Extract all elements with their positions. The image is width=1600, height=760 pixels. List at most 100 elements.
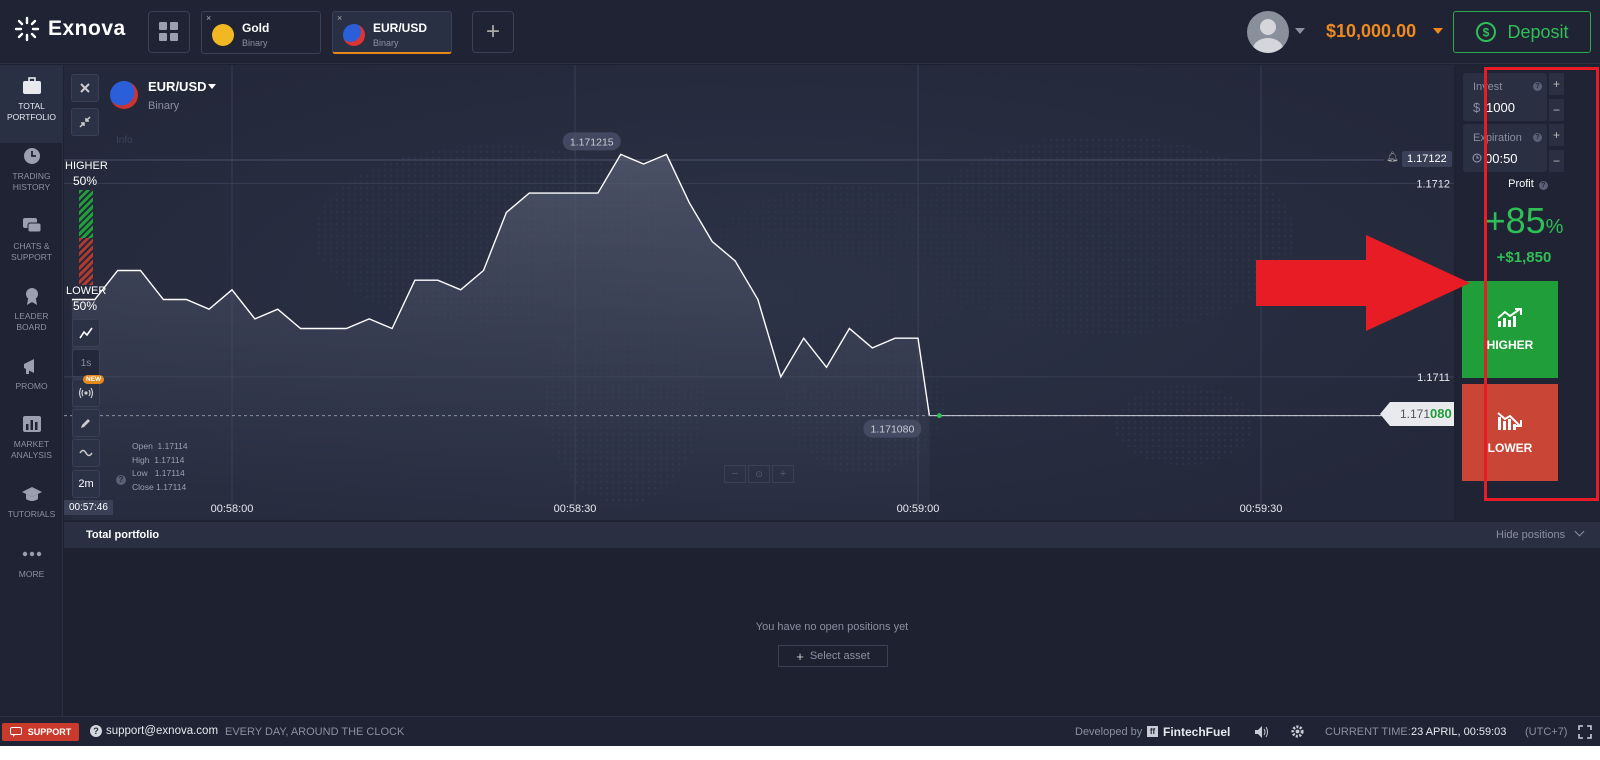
asset-name[interactable]: EUR/USD: [148, 79, 207, 94]
x-tick-label: 00:59:30: [1240, 503, 1283, 515]
logo-icon: [14, 16, 40, 42]
x-tick-label: 00:58:00: [211, 503, 254, 515]
sidebar-item-leader-board[interactable]: LEADER BOARD: [0, 287, 63, 333]
close-chart-button[interactable]: [71, 74, 99, 102]
gold-icon: [212, 24, 234, 46]
alert-bell-icon[interactable]: 🔔︎: [1386, 152, 1399, 163]
megaphone-icon: [23, 359, 34, 374]
tab-name: EUR/USD: [373, 21, 428, 35]
status-bar: SUPPORT ? support@exnova.com EVERY DAY, …: [0, 716, 1600, 746]
chart-line-icon: [79, 327, 93, 339]
close-icon: [80, 83, 90, 93]
last-price-dot: [936, 413, 942, 419]
collapse-icon: [79, 116, 91, 128]
current-price-tag: 1.171080: [1380, 402, 1454, 426]
sidebar-item-tutorials[interactable]: TUTORIALS: [0, 485, 63, 520]
clock-icon: [1472, 153, 1482, 163]
assets-grid-button[interactable]: [148, 11, 190, 53]
support-hours: EVERY DAY, AROUND THE CLOCK: [225, 726, 405, 738]
support-email[interactable]: support@exnova.com: [106, 725, 218, 737]
peak-label: 1.171215: [570, 136, 614, 148]
timeframe-button[interactable]: 1s: [72, 349, 100, 377]
bar-chart-icon: [22, 416, 41, 432]
tab-eur-usd[interactable]: × EUR/USD Binary: [332, 11, 452, 54]
avatar[interactable]: [1247, 11, 1289, 53]
y-tick-label: 1.1712: [1416, 178, 1450, 190]
sidebar-item-chats-support[interactable]: CHATS & SUPPORT: [0, 217, 63, 263]
grid-icon: [159, 22, 178, 41]
close-tab-icon[interactable]: ×: [206, 13, 211, 23]
tab-name: Gold: [242, 21, 270, 35]
exnova-logo[interactable]: Exnova: [14, 16, 126, 42]
hide-positions-button[interactable]: Hide positions: [1496, 526, 1585, 541]
chat-icon: [22, 218, 41, 233]
select-asset-button[interactable]: + Select asset: [778, 645, 888, 667]
chevron-down-icon[interactable]: [1295, 28, 1305, 34]
eu-us-flag-icon: [110, 81, 138, 109]
sidebar-item-trading-history[interactable]: TRADING HISTORY: [0, 147, 63, 193]
deposit-label: Deposit: [1507, 21, 1569, 42]
price-chart[interactable]: 1.171215 1.171080 00:58:00 00:58:30 00:59:0…: [64, 65, 1454, 520]
briefcase-icon: [22, 77, 41, 94]
pencil-icon: [81, 419, 90, 428]
zoom-controls[interactable]: − ⊙ +: [724, 465, 794, 483]
plus-icon: +: [796, 648, 804, 664]
deposit-button[interactable]: $ Deposit: [1453, 11, 1591, 53]
indicators-button[interactable]: [72, 439, 100, 467]
sidebar-item-market-analysis[interactable]: MARKET ANALYSIS: [0, 415, 63, 461]
balance[interactable]: $10,000.00: [1326, 21, 1416, 42]
developer-name[interactable]: FintechFuel: [1163, 725, 1230, 739]
sidebar-item-more[interactable]: MORE: [0, 545, 63, 580]
add-tab-button[interactable]: +: [472, 11, 514, 53]
timezone: (UTC+7): [1525, 726, 1568, 738]
asset-type: Binary: [148, 100, 180, 112]
brand-name: Exnova: [48, 17, 126, 40]
user-icon: [1253, 19, 1283, 53]
zoom-in-icon[interactable]: +: [772, 465, 794, 483]
lower-sentiment-label: LOWER: [66, 285, 107, 297]
tab-gold[interactable]: × Gold Binary: [201, 11, 321, 54]
x-tick-label: 00:58:30: [554, 503, 597, 515]
wave-icon: [79, 449, 93, 457]
chart-type-button[interactable]: [72, 319, 100, 347]
higher-sentiment-pct: 50%: [73, 174, 98, 188]
graduation-cap-icon: [21, 487, 42, 501]
highlight-box-annotation: [1484, 67, 1599, 501]
zoom-reset-icon[interactable]: ⊙: [748, 465, 770, 483]
volume-icon[interactable]: [1254, 725, 1270, 742]
developed-by-label: Developed by: [1075, 726, 1143, 738]
sidebar: TOTAL PORTFOLIO TRADING HISTORY CHATS & SUP…: [0, 65, 63, 729]
x-tick-label: 00:59:00: [897, 503, 940, 515]
higher-sentiment-label: HIGHER: [65, 160, 108, 172]
info-link[interactable]: Info: [116, 135, 133, 146]
portfolio-header: Total portfolio Hide positions: [64, 522, 1600, 548]
red-arrow-annotation: [1256, 235, 1470, 331]
help-icon: ?: [90, 725, 102, 737]
settings-gear-icon[interactable]: [1290, 724, 1305, 742]
sidebar-item-promo[interactable]: PROMO: [0, 357, 63, 392]
chart-canvas[interactable]: 1.171215 1.171080 00:58:00 00:58:30 00:59:0…: [64, 65, 1454, 520]
drawing-tools-button[interactable]: [72, 409, 100, 437]
close-tab-icon[interactable]: ×: [337, 13, 342, 23]
broadcast-icon: [78, 387, 94, 399]
clock-icon: [23, 148, 40, 164]
help-icon[interactable]: ?: [116, 475, 126, 485]
lower-sentiment-pct: 50%: [73, 299, 98, 313]
portfolio-area: You have no open positions yet + Select …: [64, 548, 1600, 715]
support-button[interactable]: SUPPORT: [2, 723, 79, 741]
sentiment-bar: [79, 190, 93, 285]
tab-type: Binary: [242, 38, 268, 48]
page-footer-strip: [0, 746, 1600, 760]
collapse-button[interactable]: [71, 108, 99, 136]
chevron-down-icon[interactable]: [1574, 526, 1585, 537]
chevron-down-icon[interactable]: [1433, 28, 1443, 34]
sidebar-item-total-portfolio[interactable]: TOTAL PORTFOLIO: [0, 65, 63, 143]
asset-dropdown-icon[interactable]: [208, 84, 216, 89]
y-tick-label: 1.1711: [1417, 372, 1450, 384]
zoom-out-icon[interactable]: −: [724, 465, 746, 483]
period-button[interactable]: 2m: [72, 470, 100, 498]
svg-text:$: $: [1483, 26, 1490, 40]
tab-type: Binary: [373, 38, 399, 48]
fullscreen-icon[interactable]: [1578, 725, 1592, 742]
eu-us-flag-icon: [343, 24, 365, 46]
